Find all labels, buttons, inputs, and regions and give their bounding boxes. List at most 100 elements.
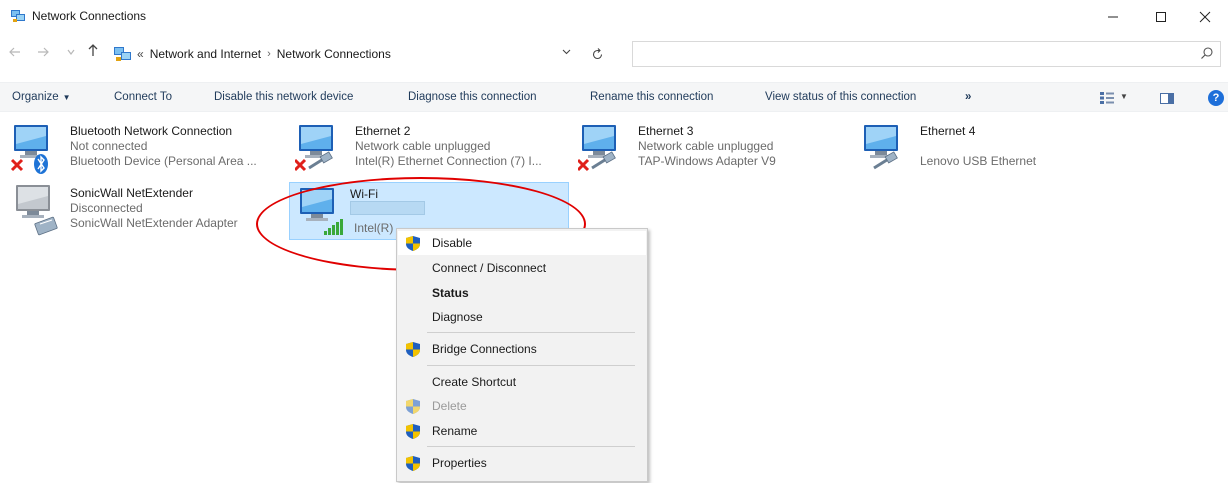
connection-name: Ethernet 2: [355, 124, 411, 138]
menu-item-label: Delete: [432, 399, 467, 413]
connection-status: Not connected: [70, 139, 148, 153]
navigation-bar: « Network and Internet › Network Connect…: [0, 36, 1228, 70]
close-icon: [1199, 11, 1211, 23]
breadcrumb-separator[interactable]: ›: [267, 48, 271, 60]
uac-shield-icon: [406, 399, 420, 414]
menu-item-label: Connect / Disconnect: [432, 261, 547, 275]
vpn-adapter-icon: [34, 216, 58, 236]
organize-label: Organize: [12, 91, 59, 103]
network-adapter-icon: [10, 125, 48, 174]
connection-name: Ethernet 3: [638, 124, 694, 138]
uac-shield-icon: [406, 236, 420, 251]
menu-item-create-shortcut[interactable]: Create Shortcut: [398, 370, 646, 394]
uac-shield-icon: [406, 456, 420, 471]
address-dropdown-button[interactable]: [562, 47, 571, 58]
search-input[interactable]: [637, 45, 1197, 63]
network-location-icon: [114, 47, 131, 61]
preview-pane-icon[interactable]: [1160, 93, 1174, 104]
menu-separator: [427, 332, 635, 333]
more-commands-button[interactable]: »: [965, 91, 971, 103]
menu-item-status[interactable]: Status: [398, 281, 646, 305]
connection-name: Bluetooth Network Connection: [70, 124, 233, 138]
connection-ethernet-3[interactable]: Ethernet 3 Network cable unplugged TAP-W…: [578, 122, 848, 176]
network-adapter-icon: [578, 125, 616, 172]
network-adapter-icon: [16, 185, 58, 236]
menu-item-label: Disable: [432, 236, 473, 250]
organize-button[interactable]: Organize ▼: [12, 91, 71, 103]
connection-name: SonicWall NetExtender: [70, 186, 193, 200]
maximize-button[interactable]: [1138, 0, 1184, 34]
minimize-icon: [1108, 16, 1118, 18]
disconnected-x-icon: [10, 158, 24, 172]
connection-status: Network cable unplugged: [355, 139, 491, 153]
rename-connection-button[interactable]: Rename this connection: [590, 91, 713, 103]
chevron-down-icon: [562, 49, 571, 55]
change-view-icon[interactable]: [1100, 92, 1114, 104]
forward-button[interactable]: [34, 45, 52, 62]
menu-item-properties[interactable]: Properties: [398, 451, 646, 475]
menu-item-label: Diagnose: [432, 310, 483, 324]
title-bar: Network Connections: [0, 0, 1228, 34]
menu-item-label: Properties: [432, 456, 487, 470]
wifi-signal-icon: [324, 219, 343, 235]
minimize-button[interactable]: [1090, 0, 1136, 34]
recent-locations-button[interactable]: [62, 48, 80, 58]
bluetooth-icon: [34, 154, 48, 174]
address-bar[interactable]: « Network and Internet › Network Connect…: [107, 40, 579, 68]
connection-ethernet-2[interactable]: Ethernet 2 Network cable unplugged Intel…: [295, 122, 565, 176]
network-connections-app-icon: [11, 10, 25, 22]
menu-item-disable[interactable]: Disable: [398, 231, 646, 255]
forward-arrow-icon: [38, 47, 49, 57]
network-adapter-icon: [295, 125, 333, 172]
connection-device: TAP-Windows Adapter V9: [638, 154, 776, 168]
redacted-network-name: [350, 201, 425, 215]
connection-bluetooth[interactable]: Bluetooth Network Connection Not connect…: [10, 122, 280, 176]
menu-item-bridge-connections[interactable]: Bridge Connections: [398, 337, 646, 361]
menu-item-rename[interactable]: Rename: [398, 419, 646, 443]
command-bar: Organize ▼ Connect To Disable this networ…: [0, 82, 1228, 112]
back-button[interactable]: [6, 45, 24, 62]
connection-sonicwall[interactable]: SonicWall NetExtender Disconnected Sonic…: [10, 184, 280, 238]
caret-down-icon: ▼: [62, 93, 71, 102]
connection-ethernet-4[interactable]: Ethernet 4 Lenovo USB Ethernet: [860, 122, 1130, 176]
search-box[interactable]: [632, 41, 1221, 67]
uac-shield-icon: [406, 342, 420, 357]
connection-name: Ethernet 4: [920, 124, 976, 138]
breadcrumb-network-connections[interactable]: Network Connections: [277, 47, 391, 61]
menu-item-connect-disconnect[interactable]: Connect / Disconnect: [398, 256, 646, 280]
chevron-down-icon: [67, 49, 75, 55]
connection-name: Wi-Fi: [350, 187, 378, 201]
connection-device: Lenovo USB Ethernet: [920, 154, 1037, 168]
menu-item-label: Rename: [432, 424, 478, 438]
back-arrow-icon: [9, 47, 20, 57]
refresh-button[interactable]: [584, 40, 610, 68]
menu-separator: [427, 365, 635, 366]
connection-status: Network cable unplugged: [638, 139, 774, 153]
disconnected-x-icon: [578, 158, 590, 172]
breadcrumb-overflow[interactable]: «: [137, 47, 144, 61]
search-icon[interactable]: [1200, 46, 1214, 60]
menu-item-label: Status: [432, 286, 469, 300]
connection-status: Disconnected: [70, 201, 143, 215]
up-button[interactable]: [84, 43, 102, 61]
up-arrow-icon: [88, 44, 98, 56]
breadcrumb-network-and-internet[interactable]: Network and Internet: [150, 47, 261, 61]
connection-device: Intel(R) Ethernet Connection (7) I...: [355, 154, 542, 168]
view-status-button[interactable]: View status of this connection: [765, 91, 916, 103]
uac-shield-icon: [406, 424, 420, 439]
network-adapter-icon: [300, 188, 343, 235]
connection-device: SonicWall NetExtender Adapter: [70, 216, 238, 230]
disable-device-button[interactable]: Disable this network device: [214, 91, 353, 103]
maximize-icon: [1156, 12, 1166, 22]
context-menu: Disable Connect / Disconnect Status Diag…: [396, 228, 648, 482]
disconnected-x-icon: [295, 158, 307, 172]
connect-to-button[interactable]: Connect To: [114, 91, 172, 103]
menu-item-label: Create Shortcut: [432, 375, 517, 389]
window-title: Network Connections: [32, 9, 147, 23]
connection-device: Bluetooth Device (Personal Area ...: [70, 154, 257, 168]
diagnose-connection-button[interactable]: Diagnose this connection: [408, 91, 537, 103]
close-button[interactable]: [1182, 0, 1228, 34]
menu-item-diagnose[interactable]: Diagnose: [398, 305, 646, 329]
view-options-caret-icon[interactable]: ▼: [1120, 92, 1128, 101]
help-icon[interactable]: ?: [1208, 90, 1224, 106]
